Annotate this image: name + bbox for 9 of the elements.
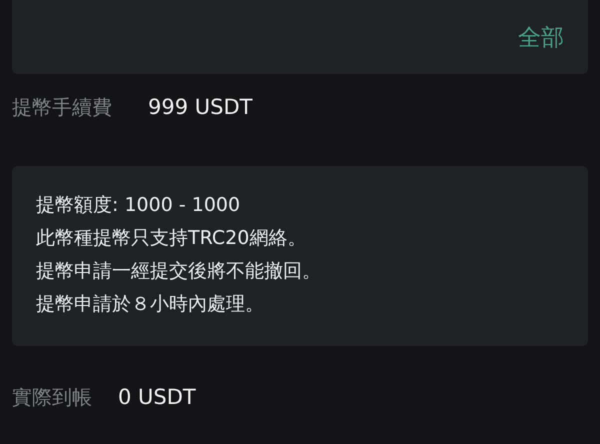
received-value: 0 USDT [118,385,196,409]
all-button[interactable]: 全部 [518,0,588,53]
fee-value: 999 USDT [148,95,252,119]
notice-text: 此幣種提幣只支持TRC20網絡。 [36,226,308,251]
notice-text: 提幣額度: 1000 - 1000 [36,193,242,218]
fee-label: 提幣手續費 [12,94,112,120]
notice-text: 提幣申請一經提交後將不能撤回。 [36,259,322,284]
notice-text: 提幣申請於８小時內處理。 [36,292,265,317]
received-label: 實際到帳 [12,384,92,410]
